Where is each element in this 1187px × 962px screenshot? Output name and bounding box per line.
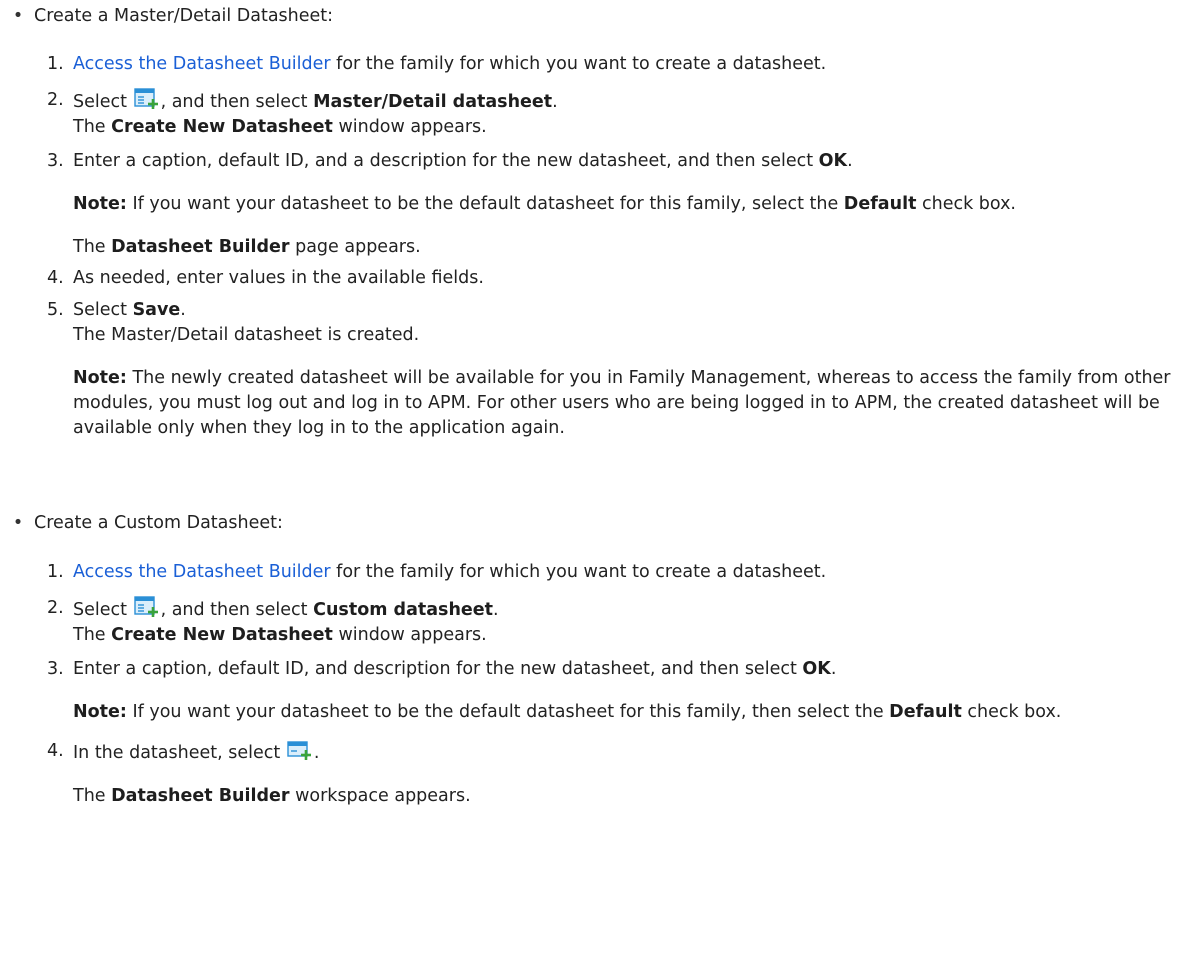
step-result-text: The Master/Detail datasheet is created. [73,325,420,345]
step-text: , and then select [160,600,314,620]
note-text: If you want your datasheet to be the def… [126,194,844,214]
step-text: . [830,659,837,679]
step-number: 3. [47,151,64,171]
step-text: . [313,743,320,763]
step-result: The Datasheet Builder workspace appears. [73,784,1187,809]
step-text: , and then select [160,92,314,112]
option-custom: Custom datasheet [313,600,494,620]
step-3: 3. Enter a caption, default ID, and a de… [47,149,1187,260]
step-result-text: window appears. [332,625,487,645]
step-2: 2. Select , and then select Custom datas… [47,596,1187,648]
step-text: . [493,600,499,620]
step-text: . [847,151,853,171]
step-result: The Datasheet Builder page appears. [73,235,1187,260]
step-result-text: The [73,625,112,645]
option-master-detail: Master/Detail datasheet [313,92,553,112]
step-text: Enter a caption, default ID, and a descr… [73,151,819,171]
new-datasheet-icon[interactable] [133,88,160,110]
step-text: In the datasheet, select [73,743,286,763]
step-result-text: The [73,117,112,137]
step-4: 4. In the datasheet, select . The Datash… [47,739,1187,809]
step-result-text: The [73,237,112,257]
step-number: 1. [47,562,64,582]
new-datasheet-icon[interactable] [133,596,160,618]
step-text: Enter a caption, default ID, and descrip… [73,659,803,679]
window-name: Create New Datasheet [111,117,333,137]
note: Note: If you want your datasheet to be t… [73,192,1187,217]
step-number: 2. [47,90,64,110]
step-result-text: The [73,786,112,806]
step-text: for the family for which you want to cre… [330,562,827,582]
step-result-text: workspace appears. [289,786,471,806]
note: Note: The newly created datasheet will b… [73,366,1187,441]
add-section-icon[interactable] [287,739,313,761]
step-text: Select [73,300,133,320]
ok-label: OK [818,151,848,171]
step-number: 4. [47,741,64,761]
note-text: check box. [961,702,1062,722]
step-1: 1. Access the Datasheet Builder for the … [47,52,1187,77]
ok-label: OK [802,659,831,679]
step-text: Select [73,92,133,112]
step-4: 4. As needed, enter values in the availa… [47,266,1187,291]
note-text: If you want your datasheet to be the def… [126,702,890,722]
step-text: As needed, enter values in the available… [73,268,484,288]
bullet-label: Create a Master/Detail Datasheet: [34,6,334,26]
step-text: . [552,92,558,112]
access-datasheet-builder-link[interactable]: Access the Datasheet Builder [73,562,331,582]
note: Note: If you want your datasheet to be t… [73,700,1187,725]
default-label: Default [843,194,917,214]
bullet-master-detail: • Create a Master/Detail Datasheet: [0,4,1187,29]
step-3: 3. Enter a caption, default ID, and desc… [47,657,1187,725]
step-text: Select [73,600,133,620]
step-result-text: page appears. [289,237,421,257]
bullet-custom: • Create a Custom Datasheet: [0,511,1187,536]
step-5: 5. Select Save. The Master/Detail datash… [47,298,1187,441]
step-number: 1. [47,54,64,74]
access-datasheet-builder-link[interactable]: Access the Datasheet Builder [73,54,331,74]
step-1: 1. Access the Datasheet Builder for the … [47,560,1187,585]
workspace-name: Datasheet Builder [111,786,290,806]
save-label: Save [132,300,181,320]
note-label: Note: [73,194,127,214]
step-number: 4. [47,268,64,288]
default-label: Default [889,702,962,722]
step-text: . [180,300,186,320]
document-page: • Create a Master/Detail Datasheet: 1. A… [0,0,1187,962]
note-text: The newly created datasheet will be avai… [73,368,1171,438]
note-label: Note: [73,368,127,388]
page-name: Datasheet Builder [111,237,290,257]
window-name: Create New Datasheet [111,625,333,645]
step-number: 3. [47,659,64,679]
step-2: 2. Select , and then select Master/Detai… [47,88,1187,140]
step-text: for the family for which you want to cre… [330,54,827,74]
bullet-marker: • [12,513,24,533]
step-number: 2. [47,598,64,618]
bullet-label: Create a Custom Datasheet: [34,513,283,533]
note-label: Note: [73,702,127,722]
bullet-marker: • [12,6,24,26]
custom-steps: 1. Access the Datasheet Builder for the … [0,560,1187,809]
master-detail-steps: 1. Access the Datasheet Builder for the … [0,52,1187,441]
step-result-text: window appears. [332,117,487,137]
step-number: 5. [47,300,64,320]
note-text: check box. [916,194,1016,214]
